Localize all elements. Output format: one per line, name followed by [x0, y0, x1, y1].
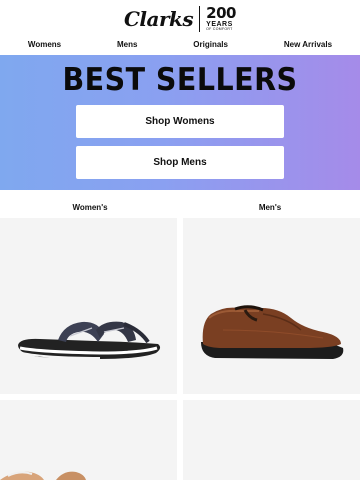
product-card-mens-loafer[interactable] — [183, 218, 360, 394]
mens-column-label: Men's — [258, 203, 282, 212]
nav-item-womens[interactable]: Womens — [28, 40, 61, 49]
nav-item-originals[interactable]: Originals — [193, 40, 228, 49]
nav-item-new-arrivals[interactable]: New Arrivals — [284, 40, 332, 49]
site-header: Clarks 200 YEARS OF COMFORT — [0, 0, 360, 37]
womens-column-label: Women's — [72, 203, 108, 212]
clarks-logo[interactable]: Clarks 200 YEARS OF COMFORT — [124, 3, 236, 32]
hero-title: BEST SELLERS — [62, 62, 298, 98]
anniversary-tagline: OF COMFORT — [206, 26, 233, 31]
anniversary-badge: 200 YEARS OF COMFORT — [206, 3, 236, 32]
product-card-mens-shoe[interactable] — [183, 400, 360, 480]
anniversary-number: 200 — [206, 3, 236, 22]
main-nav: Womens Mens Originals New Arrivals — [0, 37, 360, 51]
logo-divider — [199, 5, 201, 32]
product-card-womens-shoe[interactable] — [0, 400, 177, 480]
hero-banner: BEST SELLERS Shop Womens Shop Mens — [0, 55, 360, 190]
brown-leather-loafer-icon — [201, 305, 344, 359]
shop-mens-button[interactable]: Shop Mens — [76, 146, 284, 179]
product-card-womens-sandal[interactable] — [0, 218, 177, 394]
shop-womens-button[interactable]: Shop Womens — [76, 105, 284, 138]
logo-wordmark: Clarks — [124, 6, 194, 31]
shoe-partial-icon — [0, 471, 86, 480]
flip-flop-sandal-icon — [18, 321, 161, 359]
nav-item-mens[interactable]: Mens — [117, 40, 137, 49]
